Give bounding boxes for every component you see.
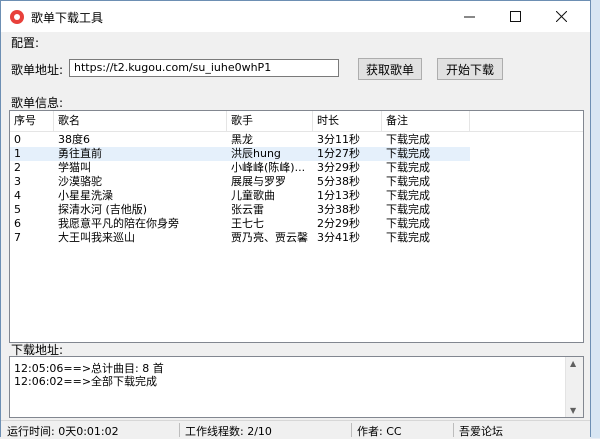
maximize-icon [509,11,521,22]
fetch-playlist-button[interactable]: 获取歌单 [358,58,422,80]
table-row[interactable]: 2 学猫叫 小峰峰(陈峰)... 3分29秒 下载完成 [10,161,470,175]
cell-artist: 张云雷 [231,203,264,216]
cell-song: 38度6 [58,133,90,146]
app-logo-icon [10,10,24,24]
cell-note: 下载完成 [386,133,430,146]
table-row[interactable]: 4 小星星洗澡 儿童歌曲 1分13秒 下载完成 [10,189,470,203]
start-download-button[interactable]: 开始下载 [437,58,503,80]
cell-artist: 展展与罗罗 [231,175,286,188]
cell-song: 小星星洗澡 [58,189,113,202]
cell-index: 3 [14,175,21,188]
cell-song: 探清水河 (吉他版) [58,203,148,216]
table-row[interactable]: 5 探清水河 (吉他版) 张云雷 3分38秒 下载完成 [10,203,470,217]
close-icon [555,11,567,22]
log-line: 12:06:02==>全部下载完成 [14,375,158,388]
cell-index: 1 [14,147,21,160]
table-row[interactable]: 0 38度6 黑龙 3分11秒 下载完成 [10,133,470,147]
cell-artist: 贾乃亮、贾云馨 [231,231,308,244]
cell-song: 大王叫我来巡山 [58,231,135,244]
scroll-down-icon[interactable]: ▼ [570,406,576,415]
cell-song: 勇往直前 [58,147,102,160]
minimize-icon [463,16,475,18]
cell-duration: 3分29秒 [317,161,360,174]
cell-song: 学猫叫 [58,161,91,174]
cell-index: 7 [14,231,21,244]
cell-artist: 王七七 [231,217,264,230]
cell-duration: 3分38秒 [317,203,360,216]
status-divider [453,423,454,437]
cell-duration: 1分13秒 [317,189,360,202]
header-artist[interactable]: 歌手 [227,111,313,131]
cell-note: 下载完成 [386,189,430,202]
song-table[interactable]: 序号 歌名 歌手 时长 备注 0 38度6 黑龙 3分11秒 下载完成 1 勇往直前 洪辰hu… [9,110,584,343]
header-index[interactable]: 序号 [10,111,54,131]
background-window-strip [591,0,600,438]
cell-duration: 2分29秒 [317,217,360,230]
app-window: 歌单下载工具 配置: 歌单地址: https://t2.kugou.com/su… [0,0,591,439]
threads-status: 工作线程数: 2/10 [185,425,272,438]
title-bar: 歌单下载工具 [1,1,590,32]
table-row[interactable]: 3 沙漠骆驼 展展与罗罗 5分38秒 下载完成 [10,175,470,189]
cell-index: 2 [14,161,21,174]
cell-duration: 3分41秒 [317,231,360,244]
cell-index: 4 [14,189,21,202]
window-title: 歌单下载工具 [31,11,104,25]
header-note[interactable]: 备注 [382,111,470,131]
cell-artist: 洪辰hung [231,147,281,160]
log-output[interactable]: 12:05:06==>总计曲目: 8 首 12:06:02==>全部下载完成 ▲… [9,356,584,418]
cell-duration: 3分11秒 [317,133,360,146]
cell-duration: 1分27秒 [317,147,360,160]
playlist-info-label: 歌单信息: [11,96,64,110]
cell-note: 下载完成 [386,231,430,244]
minimize-button[interactable] [446,1,492,32]
status-bar: 运行时间: 0天0:01:02 工作线程数: 2/10 作者: CC 吾爱论坛 [1,420,590,439]
cell-artist: 儿童歌曲 [231,189,275,202]
cell-artist: 黑龙 [231,133,253,146]
cell-index: 0 [14,133,21,146]
close-button[interactable] [538,1,584,32]
cell-index: 6 [14,217,21,230]
cell-note: 下载完成 [386,217,430,230]
table-row[interactable]: 1 勇往直前 洪辰hung 1分27秒 下载完成 [10,147,470,161]
table-row[interactable]: 7 大王叫我来巡山 贾乃亮、贾云馨 3分41秒 下载完成 [10,231,470,245]
forum-status: 吾爱论坛 [459,425,503,438]
header-song[interactable]: 歌名 [54,111,227,131]
cell-note: 下载完成 [386,203,430,216]
log-scrollbar[interactable]: ▲ ▼ [565,357,583,417]
runtime-status: 运行时间: 0天0:01:02 [7,425,119,438]
playlist-url-label: 歌单地址: [11,63,64,77]
maximize-button[interactable] [492,1,538,32]
playlist-url-input[interactable]: https://t2.kugou.com/su_iuhe0whP1 [69,59,339,77]
cell-index: 5 [14,203,21,216]
table-header: 序号 歌名 歌手 时长 备注 [10,111,583,132]
status-divider [179,423,180,437]
config-label: 配置: [11,36,40,50]
cell-duration: 5分38秒 [317,175,360,188]
header-duration[interactable]: 时长 [313,111,382,131]
cell-artist: 小峰峰(陈峰)... [231,161,306,174]
scroll-up-icon[interactable]: ▲ [570,359,576,368]
author-status: 作者: CC [357,425,402,438]
cell-song: 沙漠骆驼 [58,175,102,188]
cell-note: 下载完成 [386,175,430,188]
status-divider [351,423,352,437]
cell-note: 下载完成 [386,161,430,174]
cell-song: 我愿意平凡的陪在你身旁 [58,217,179,230]
cell-note: 下载完成 [386,147,430,160]
table-row[interactable]: 6 我愿意平凡的陪在你身旁 王七七 2分29秒 下载完成 [10,217,470,231]
